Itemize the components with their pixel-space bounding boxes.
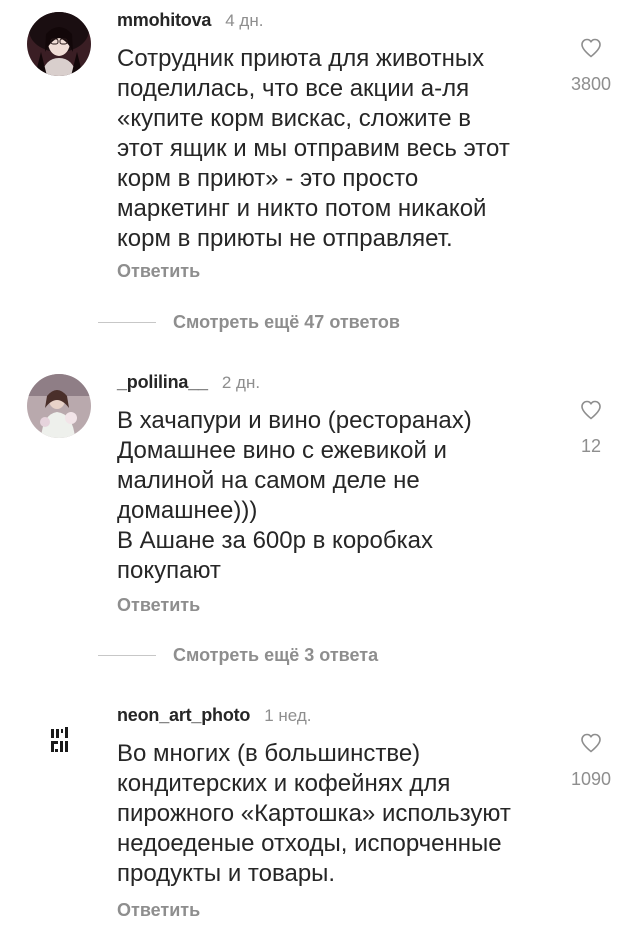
comment-text: Во многих (в большинстве) кондитерских и…: [117, 740, 511, 887]
comment-text: В хачапури и вино (ресторанах) Домашнее …: [117, 407, 472, 584]
divider-line: [98, 655, 156, 656]
comment-time: 4 дн.: [225, 11, 264, 30]
like-control: 3800: [563, 36, 619, 95]
divider-line: [98, 322, 156, 323]
view-replies-button[interactable]: Смотреть ещё 47 ответов: [98, 312, 400, 333]
comment-item: mmohitova 4 дн. Сотрудник приюта для жив…: [0, 0, 640, 300]
like-control: 12: [563, 398, 619, 457]
heart-icon[interactable]: [579, 731, 603, 755]
avatar-photo-icon: [27, 374, 91, 438]
like-control: 1090: [563, 731, 619, 790]
view-replies-label: Смотреть ещё 47 ответов: [173, 312, 400, 332]
username[interactable]: mmohitova: [117, 10, 211, 31]
avatar[interactable]: [27, 374, 91, 438]
view-replies-button[interactable]: Смотреть ещё 3 ответа: [98, 645, 378, 666]
logo-mark-icon: [51, 727, 68, 752]
comment-item: _polilina__ 2 дн. В хачапури и вино (рес…: [0, 362, 640, 632]
like-count: 12: [580, 436, 602, 456]
view-replies-label: Смотреть ещё 3 ответа: [173, 645, 379, 665]
avatar[interactable]: [27, 707, 91, 771]
like-count: 1090: [570, 769, 612, 789]
heart-icon[interactable]: [579, 398, 603, 422]
heart-icon[interactable]: [579, 36, 603, 60]
username[interactable]: _polilina__: [117, 372, 208, 393]
comment-time: 2 дн.: [221, 373, 261, 392]
reply-button[interactable]: Ответить: [117, 900, 200, 921]
comment-text: Сотрудник приюта для животных поделилась…: [117, 45, 510, 252]
like-count: 3800: [570, 74, 612, 94]
username[interactable]: neon_art_photo: [117, 705, 250, 726]
comment-item: neon_art_photo 1 нед. Во многих (в больш…: [0, 695, 640, 934]
comment-time: 1 нед.: [264, 706, 312, 725]
reply-button[interactable]: Ответить: [117, 261, 200, 282]
avatar-photo-icon: [27, 12, 91, 76]
avatar[interactable]: [27, 12, 91, 76]
reply-button[interactable]: Ответить: [117, 595, 200, 616]
